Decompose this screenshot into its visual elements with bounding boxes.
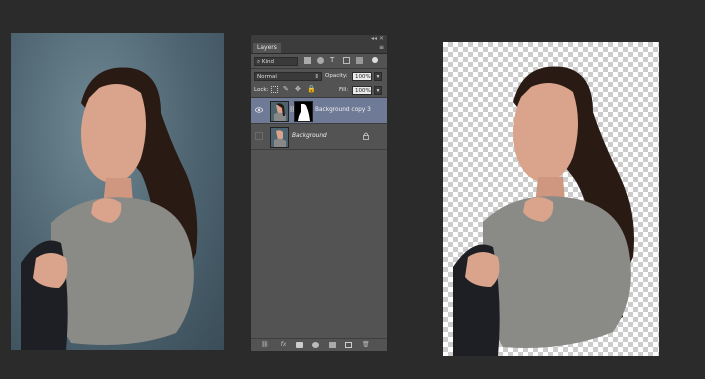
blend-row: Normal ⇕ Opacity: 100% ▾ [251, 69, 387, 83]
portrait-image [21, 67, 198, 350]
panel-title-bar[interactable]: ◂◂ ✕ [251, 35, 387, 42]
layer-thumbnail[interactable] [270, 101, 289, 122]
lock-all-icon[interactable]: 🔒 [307, 86, 316, 93]
panel-menu-icon[interactable]: ≡ [379, 43, 384, 52]
eye-icon[interactable] [255, 106, 263, 114]
cutout-photo [443, 42, 659, 356]
filter-kind-select[interactable]: ⌕ Kind [254, 57, 298, 66]
type-filter-icon[interactable]: T [330, 57, 337, 64]
link-icon[interactable]: ⛓ [261, 342, 269, 348]
layers-bottom-bar: ⛓ fx 🗑 [251, 338, 387, 351]
lock-row: Lock: ✎ ✥ 🔒 Fill: 100% ▾ [251, 83, 387, 97]
fill-dropdown-icon[interactable]: ▾ [374, 86, 382, 95]
visibility-toggle[interactable] [255, 132, 263, 140]
fill-input[interactable]: 100% [352, 86, 372, 95]
adjustment-filter-icon[interactable] [317, 57, 324, 64]
trash-icon[interactable]: 🗑 [362, 342, 370, 348]
chevron-down-icon: ⇕ [314, 74, 319, 80]
adjustment-icon[interactable] [312, 342, 319, 348]
mask-icon[interactable] [296, 342, 303, 348]
filter-kind-label: Kind [261, 59, 274, 65]
blend-mode-value: Normal [257, 74, 277, 80]
lock-label: Lock: [254, 87, 269, 93]
filter-row: ⌕ Kind T [251, 54, 387, 68]
lock-position-icon[interactable]: ✥ [295, 86, 302, 93]
fill-label: Fill: [339, 87, 349, 93]
smart-object-filter-icon[interactable] [356, 57, 363, 64]
original-photo [11, 33, 224, 350]
filter-toggle-icon[interactable] [372, 57, 378, 63]
layer-mask-thumbnail[interactable] [294, 101, 313, 122]
lock-icon [363, 132, 369, 140]
pixel-filter-icon[interactable] [304, 57, 311, 64]
tab-layers[interactable]: Layers [253, 43, 281, 53]
opacity-label: Opacity: [325, 73, 348, 79]
blend-mode-select[interactable]: Normal ⇕ [254, 72, 322, 81]
layer-row-background[interactable]: Background [251, 124, 387, 150]
layer-name[interactable]: Background copy 3 [315, 106, 371, 114]
panel-tab-row: Layers ≡ [251, 42, 387, 54]
collapse-icon[interactable]: ◂◂ ✕ [371, 35, 384, 42]
opacity-dropdown-icon[interactable]: ▾ [374, 72, 382, 81]
opacity-input[interactable]: 100% [352, 72, 372, 81]
layer-name[interactable]: Background [292, 132, 327, 140]
fx-icon[interactable]: fx [280, 342, 287, 348]
layer-thumbnail[interactable] [270, 127, 289, 148]
layers-panel: ◂◂ ✕ Layers ≡ ⌕ Kind T Normal ⇕ Opacity:… [250, 34, 388, 352]
lock-pixels-icon[interactable]: ✎ [283, 86, 290, 93]
lock-transparency-icon[interactable] [271, 86, 278, 93]
layer-row-background-copy-3[interactable]: ⛓ Background copy 3 [251, 98, 387, 124]
shape-filter-icon[interactable] [343, 57, 350, 64]
group-icon[interactable] [329, 342, 336, 348]
new-layer-icon[interactable] [345, 342, 352, 348]
portrait-cutout-image [453, 66, 634, 356]
